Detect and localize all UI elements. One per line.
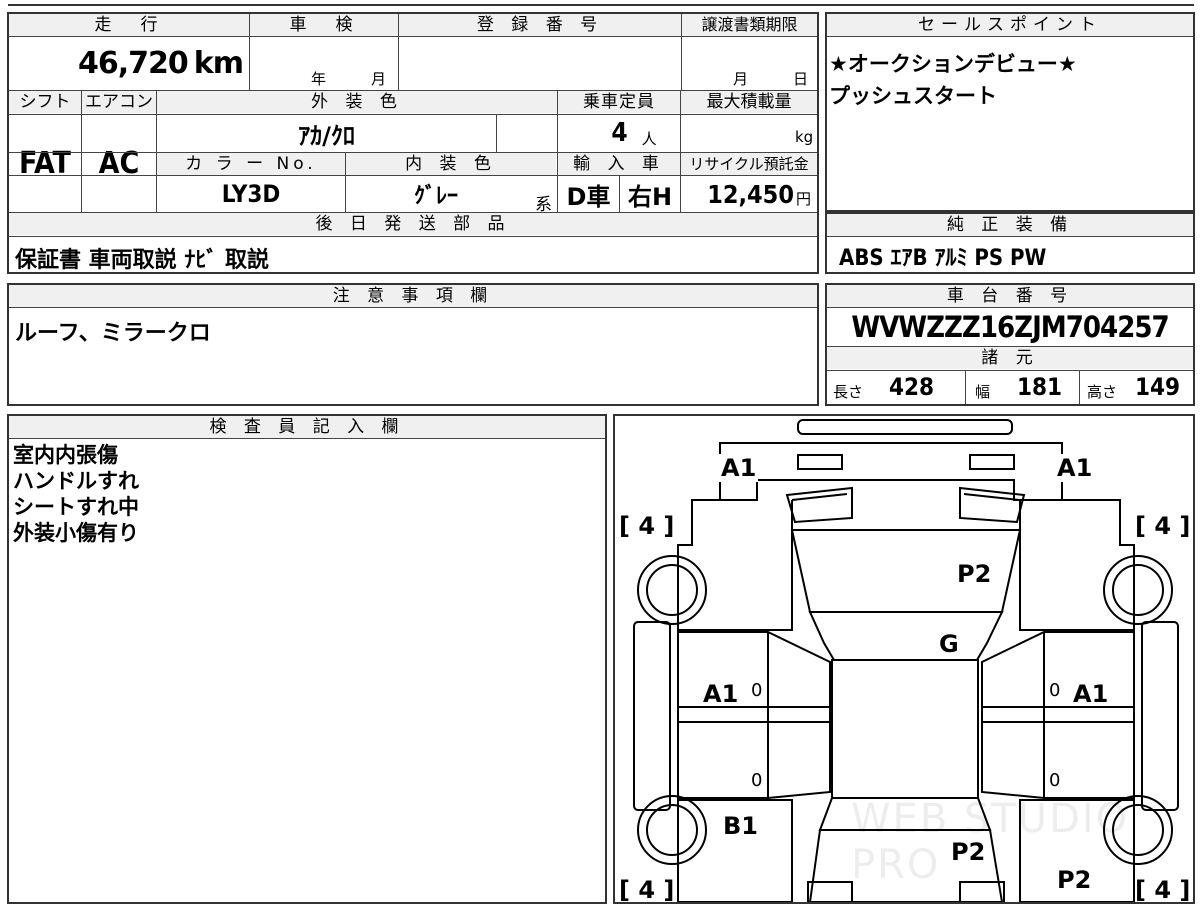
mark-right-front-door: A1 [1073, 680, 1109, 708]
inspector-line: シートすれ中 [13, 495, 139, 519]
notes-header: 注 意 事 項 欄 [9, 285, 817, 307]
capacity-value: 4 人 [611, 118, 657, 148]
inspection-header: 車 検 [250, 14, 398, 36]
capacity-header: 乗車定員 [558, 91, 680, 113]
ac-value: AC [98, 145, 140, 181]
interior-header: 内 装 色 [346, 153, 556, 175]
recycle-value: 12,450 円 [707, 179, 811, 209]
exterior-value: ｱｶ/ｸﾛ [298, 121, 355, 150]
max-load-unit: kg [795, 128, 814, 146]
length-value: 428 [889, 373, 935, 401]
equipment-value: ABS ｴｱB ｱﾙﾐ PS PW [839, 246, 1047, 271]
height-label: 高さ [1087, 383, 1118, 401]
mileage-header: 走 行 [9, 14, 249, 36]
length-label: 長さ [833, 383, 864, 401]
color-no-header: カ ラ ー No. [157, 153, 345, 175]
deadline-month-label: 月 [733, 70, 749, 88]
inspector-line: ハンドルすれ [13, 469, 139, 493]
inspector-line: 外装小傷有り [13, 521, 139, 545]
import-drive: D車 [566, 182, 611, 211]
car-diagram-box: A1 A1 P2 G A1 A1 B1 P2 P2 0 0 0 0 [ 4 ] … [613, 414, 1195, 904]
mark-left-rear-quarter: B1 [723, 812, 758, 840]
tire-front-right: [ 4 ] [1135, 512, 1191, 540]
ac-header: エアコン [82, 91, 156, 113]
registration-header: 登 録 番 号 [399, 14, 681, 36]
door-zero: 0 [1049, 770, 1061, 791]
mark-front-right: A1 [1055, 454, 1095, 482]
tire-front-left: [ 4 ] [619, 512, 675, 540]
chassis-box: 車 台 番 号 WVWZZZ16ZJM704257 諸 元 長さ 428 幅 1… [825, 283, 1195, 406]
mileage-value: 46,720 km [78, 45, 244, 81]
later-parts-header: 後 日 発 送 部 品 [9, 213, 817, 235]
top-edge-strip [8, 0, 1194, 6]
sales-point-line1: ★オークションデビュー★ [829, 52, 1077, 76]
max-load-header: 最大積載量 [681, 91, 817, 113]
shift-header: シフト [9, 91, 81, 113]
exterior-header: 外 装 色 [157, 91, 557, 113]
deadline-day-label: 日 [793, 70, 809, 88]
import-header: 輸 入 車 [558, 153, 680, 175]
notes-box: 注 意 事 項 欄 ルーフ、ミラークロ [7, 283, 819, 406]
chassis-header: 車 台 番 号 [827, 285, 1193, 307]
watermark: WEB STUDIO PRO [851, 796, 1130, 888]
sales-point-line2: プッシュスタート [829, 84, 997, 108]
specs-header: 諸 元 [827, 347, 1193, 369]
inspector-notes: 室内内張傷 ハンドルすれ シートすれ中 外装小傷有り [13, 442, 139, 546]
mark-front-left: A1 [719, 454, 759, 482]
equipment-box: 純 正 装 備 ABS ｴｱB ｱﾙﾐ PS PW [825, 212, 1195, 274]
door-zero: 0 [1049, 680, 1061, 701]
chassis-number: WVWZZZ16ZJM704257 [851, 310, 1169, 344]
equipment-header: 純 正 装 備 [827, 214, 1193, 236]
width-label: 幅 [975, 383, 991, 401]
import-handle: 右H [627, 182, 673, 211]
color-no-value: LY3D [221, 180, 281, 208]
inspection-year-label: 年 [311, 70, 327, 88]
vehicle-info-table: 走 行 車 検 登 録 番 号 譲渡書類期限 46,720 km 年 月 月 日 … [7, 12, 819, 274]
mark-left-front-door: A1 [703, 680, 739, 708]
later-parts-value: 保証書 車両取説 ﾅﾋﾞ 取説 [15, 248, 269, 273]
width-value: 181 [1017, 373, 1063, 401]
inspector-header: 検 査 員 記 入 欄 [9, 416, 605, 438]
interior-value: ｸﾞﾚｰ [413, 184, 458, 209]
shift-value: FAT [19, 145, 71, 181]
transfer-deadline-header: 譲渡書類期限 [682, 14, 817, 36]
inspector-box: 検 査 員 記 入 欄 室内内張傷 ハンドルすれ シートすれ中 外装小傷有り [7, 414, 607, 904]
height-value: 149 [1135, 373, 1181, 401]
door-zero: 0 [751, 770, 763, 791]
recycle-header: リサイクル預託金 [681, 153, 817, 175]
door-zero: 0 [751, 680, 763, 701]
inspector-line: 室内内張傷 [13, 443, 118, 467]
notes-value: ルーフ、ミラークロ [15, 321, 211, 346]
sales-point-header: セールスポイント [827, 14, 1193, 36]
sales-point-box: セールスポイント ★オークションデビュー★ プッシュスタート [825, 12, 1195, 212]
inspection-month-label: 月 [371, 70, 387, 88]
mark-hood: P2 [957, 560, 992, 588]
mark-windshield: G [939, 630, 959, 658]
